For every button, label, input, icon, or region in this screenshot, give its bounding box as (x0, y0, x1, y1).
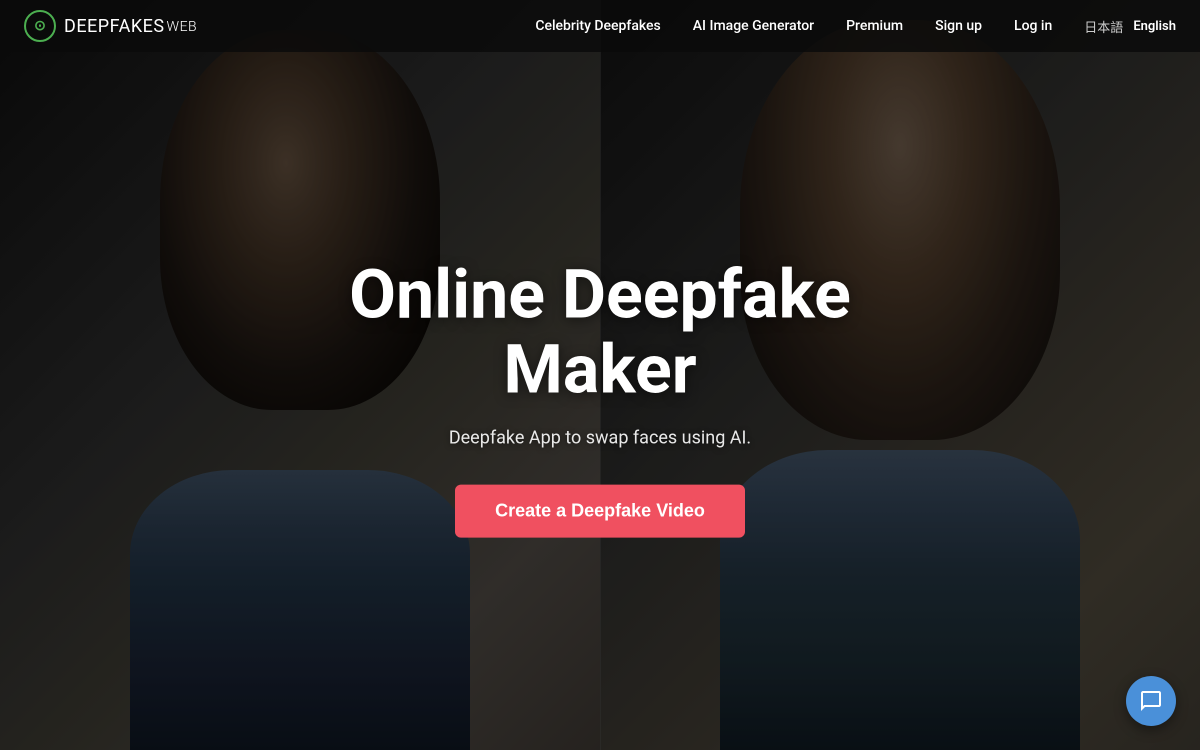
hero-title-line1: Online Deepfake (349, 255, 851, 335)
chat-icon (1139, 689, 1163, 713)
nav-ai-image-generator[interactable]: AI Image Generator (693, 18, 814, 34)
nav-sign-up[interactable]: Sign up (935, 18, 982, 34)
lang-english[interactable]: English (1133, 19, 1176, 34)
create-deepfake-button[interactable]: Create a Deepfake Video (455, 484, 745, 537)
lang-japanese[interactable]: 日本語 (1084, 17, 1123, 36)
nav-premium[interactable]: Premium (846, 18, 903, 34)
nav-links: Celebrity Deepfakes AI Image Generator P… (535, 18, 1052, 34)
nav-celebrity-deepfakes[interactable]: Celebrity Deepfakes (535, 18, 660, 34)
navbar: ⊙ DEEPFAKESWEB Celebrity Deepfakes AI Im… (0, 0, 1200, 52)
logo[interactable]: ⊙ DEEPFAKESWEB (24, 10, 197, 42)
hero-content: Online Deepfake Maker Deepfake App to sw… (300, 258, 900, 538)
chat-button[interactable] (1126, 676, 1176, 726)
hero-title-line2: Maker (503, 329, 696, 409)
nav-log-in[interactable]: Log in (1014, 18, 1052, 34)
nav-language: 日本語 English (1084, 17, 1176, 36)
logo-text: DEEPFAKESWEB (64, 16, 197, 37)
hero-section: ⊙ DEEPFAKESWEB Celebrity Deepfakes AI Im… (0, 0, 1200, 750)
hero-subtitle: Deepfake App to swap faces using AI. (300, 427, 900, 448)
logo-icon: ⊙ (24, 10, 56, 42)
hero-title: Online Deepfake Maker (300, 258, 900, 408)
